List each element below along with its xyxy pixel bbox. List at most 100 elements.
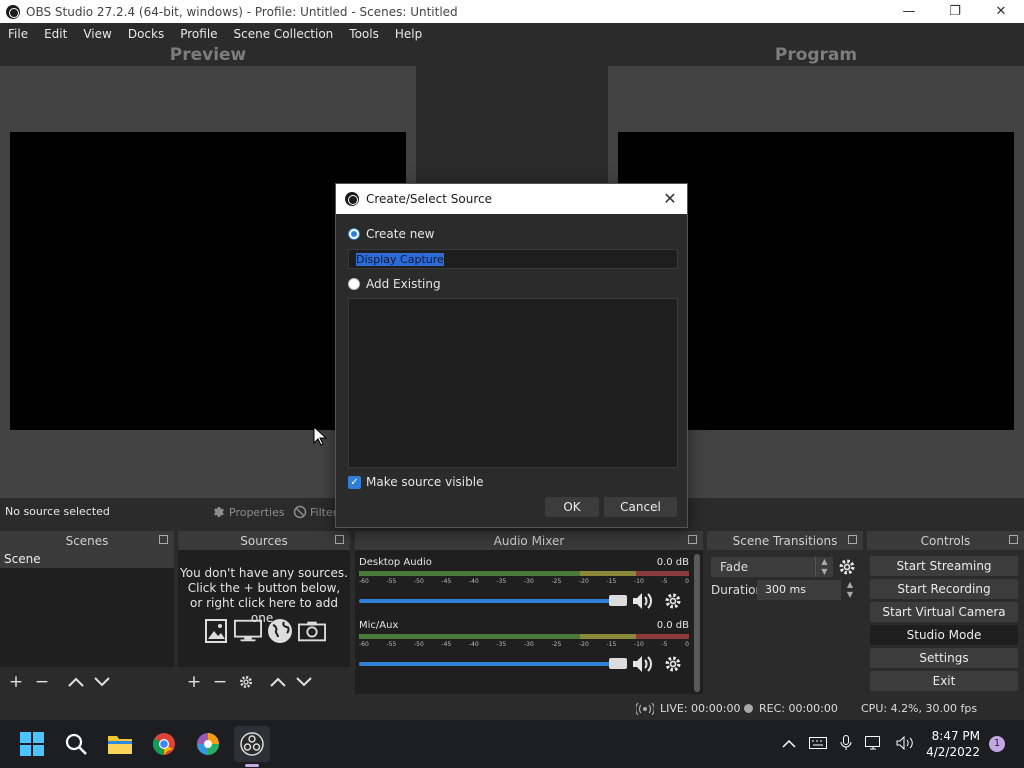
gear-icon	[214, 506, 224, 518]
network-icon[interactable]	[865, 735, 883, 753]
sources-dock: Sources You don't have any sources. Clic…	[178, 531, 350, 697]
chevron-up-icon[interactable]	[782, 737, 796, 751]
mic-aux-channel: Mic/Aux 0.0 dB -60 -55 -50 -45 -40 -35 -30 -25-…	[359, 620, 689, 680]
move-source-up-button[interactable]	[267, 671, 289, 693]
menu-view[interactable]: View	[75, 27, 119, 41]
program-label: Program	[774, 45, 858, 65]
sources-title: Sources	[240, 533, 288, 548]
title-bar: OBS Studio 27.2.4 (64-bit, windows) - Pr…	[0, 0, 1024, 23]
notification-badge[interactable]: 1	[989, 736, 1005, 752]
chevron-down-icon	[94, 677, 110, 687]
gear-icon[interactable]	[837, 557, 857, 577]
scenes-dock: Scenes Scene + −	[0, 531, 174, 697]
sources-list[interactable]: You don't have any sources. Click the + …	[178, 550, 350, 667]
mouse-cursor-icon	[313, 426, 327, 446]
start-button[interactable]	[14, 726, 50, 762]
audio-mixer-dock: Audio Mixer Desktop Audio 0.0 dB -60 -55-…	[355, 531, 703, 697]
volume-slider-handle[interactable]	[609, 658, 627, 669]
obs-taskbar-button[interactable]	[234, 726, 270, 762]
status-bar: LIVE: 00:00:00 REC: 00:00:00 CPU: 4.2%, …	[0, 697, 1024, 719]
camera-icon	[298, 618, 326, 644]
move-scene-up-button[interactable]	[65, 671, 87, 693]
float-dock-icon[interactable]	[159, 535, 168, 544]
desktop-audio-channel: Desktop Audio 0.0 dB -60 -55 -50 -45 -40 -35-…	[359, 557, 689, 617]
volume-icon[interactable]	[896, 735, 914, 753]
properties-button[interactable]: Properties	[212, 502, 285, 522]
dialog-close-button[interactable]: ✕	[661, 190, 679, 208]
add-source-button[interactable]: +	[183, 671, 205, 693]
gear-icon[interactable]	[663, 591, 683, 611]
maximize-button[interactable]: ❐	[932, 0, 978, 23]
menu-tools[interactable]: Tools	[341, 27, 387, 41]
keyboard-icon[interactable]	[809, 736, 827, 752]
mixer-scrollbar[interactable]	[694, 554, 700, 692]
float-dock-icon[interactable]	[335, 535, 344, 544]
make-visible-checkbox[interactable]: ✓	[348, 475, 361, 489]
scene-item[interactable]: Scene	[0, 550, 174, 568]
preview-label: Preview	[169, 45, 247, 65]
sources-empty-message: You don't have any sources. Click the + …	[180, 566, 348, 625]
source-name-input[interactable]: Display Capture	[348, 249, 678, 269]
duration-spinner[interactable]: ▲ ▼	[844, 580, 856, 600]
clock-time: 8:47 PM	[931, 729, 980, 743]
chevron-up-icon	[68, 677, 84, 687]
add-scene-button[interactable]: +	[5, 671, 27, 693]
float-dock-icon[interactable]	[848, 535, 857, 544]
remove-source-button[interactable]: −	[209, 671, 231, 693]
make-visible-option[interactable]: ✓ Make source visible	[348, 475, 483, 489]
existing-sources-list[interactable]	[348, 298, 678, 468]
speaker-icon[interactable]	[631, 591, 653, 611]
menu-docks[interactable]: Docks	[120, 27, 172, 41]
properties-label: Properties	[229, 505, 285, 519]
close-window-button[interactable]: ✕	[978, 0, 1024, 23]
menu-file[interactable]: File	[0, 27, 36, 41]
add-existing-radio[interactable]	[348, 278, 360, 290]
volume-slider[interactable]	[359, 662, 627, 666]
start-virtual-camera-button[interactable]: Start Virtual Camera	[870, 602, 1018, 622]
move-source-down-button[interactable]	[293, 671, 315, 693]
speaker-icon[interactable]	[631, 654, 653, 674]
obs-logo-icon	[240, 732, 264, 756]
settings-button[interactable]: Settings	[870, 648, 1018, 668]
image-source-icon	[202, 618, 230, 644]
gear-icon[interactable]	[663, 654, 683, 674]
search-icon	[65, 733, 87, 755]
start-streaming-button[interactable]: Start Streaming	[870, 556, 1018, 576]
ok-button[interactable]: OK	[545, 497, 599, 517]
float-dock-icon[interactable]	[688, 535, 697, 544]
create-new-option[interactable]: Create new	[348, 227, 435, 241]
duration-input[interactable]: 300 ms	[757, 580, 841, 600]
source-properties-button[interactable]	[235, 671, 257, 693]
color-app-button[interactable]	[190, 726, 226, 762]
scenes-title: Scenes	[65, 533, 109, 548]
taskbar-clock[interactable]: 8:47 PM 4/2/2022	[926, 728, 980, 760]
make-visible-label: Make source visible	[366, 475, 484, 489]
channel-name: Desktop Audio	[359, 557, 432, 568]
minimize-button[interactable]: —	[886, 0, 932, 23]
menu-scene-collection[interactable]: Scene Collection	[226, 27, 342, 41]
add-existing-option[interactable]: Add Existing	[348, 277, 441, 291]
clock-date: 4/2/2022	[926, 745, 980, 759]
record-dot-icon	[744, 704, 753, 713]
cancel-button[interactable]: Cancel	[604, 497, 677, 517]
transition-select[interactable]: Fade ▲ ▼	[711, 557, 833, 577]
remove-scene-button[interactable]: −	[31, 671, 53, 693]
file-explorer-button[interactable]	[102, 726, 138, 762]
menu-profile[interactable]: Profile	[172, 27, 225, 41]
taskbar-search-button[interactable]	[58, 726, 94, 762]
float-dock-icon[interactable]	[1009, 535, 1018, 544]
create-new-radio[interactable]	[348, 228, 360, 240]
controls-title: Controls	[920, 533, 971, 548]
volume-slider[interactable]	[359, 599, 627, 603]
exit-button[interactable]: Exit	[870, 671, 1018, 691]
start-recording-button[interactable]: Start Recording	[870, 579, 1018, 599]
studio-mode-button[interactable]: Studio Mode	[870, 625, 1018, 645]
obs-logo-icon	[345, 192, 359, 206]
move-scene-down-button[interactable]	[91, 671, 113, 693]
menu-help[interactable]: Help	[387, 27, 430, 41]
chrome-button[interactable]	[146, 726, 182, 762]
microphone-icon[interactable]	[840, 734, 852, 754]
menu-edit[interactable]: Edit	[36, 27, 75, 41]
volume-slider-handle[interactable]	[609, 595, 627, 606]
scenes-list[interactable]: Scene	[0, 550, 174, 667]
